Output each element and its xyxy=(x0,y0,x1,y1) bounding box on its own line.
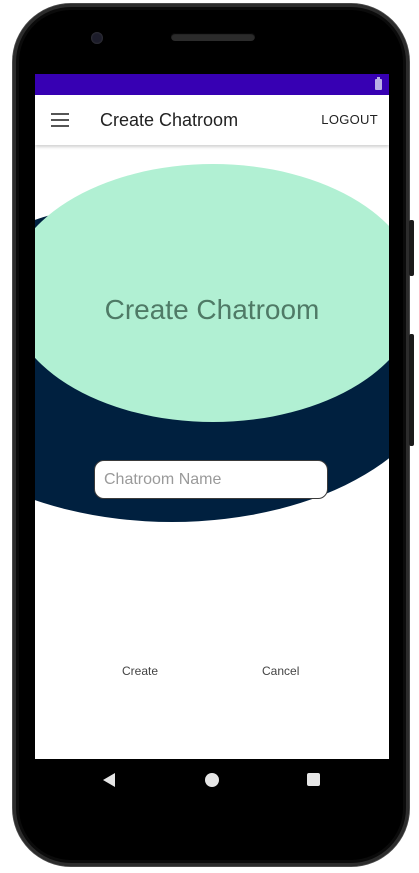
status-bar xyxy=(35,74,389,95)
chatroom-name-input[interactable] xyxy=(94,460,328,499)
app-screen: Create Chatroom LOGOUT Create Chatroom C… xyxy=(35,74,389,759)
back-triangle-icon[interactable] xyxy=(103,773,115,787)
create-button[interactable]: Create xyxy=(122,664,158,678)
volume-button xyxy=(409,220,414,276)
app-bar: Create Chatroom LOGOUT xyxy=(35,95,389,145)
hamburger-menu-icon[interactable] xyxy=(51,113,69,127)
recents-square-icon[interactable] xyxy=(307,773,320,786)
home-circle-icon[interactable] xyxy=(205,773,219,787)
power-button xyxy=(409,334,414,446)
logout-button[interactable]: LOGOUT xyxy=(321,112,378,127)
navigation-bar xyxy=(35,759,389,801)
cancel-button[interactable]: Cancel xyxy=(262,664,299,678)
background-blob-light xyxy=(35,164,389,422)
battery-icon xyxy=(375,77,382,90)
earpiece-speaker xyxy=(171,33,255,41)
app-bar-title: Create Chatroom xyxy=(100,110,239,130)
front-camera xyxy=(91,32,103,44)
hero-title: Create Chatroom xyxy=(104,294,320,325)
